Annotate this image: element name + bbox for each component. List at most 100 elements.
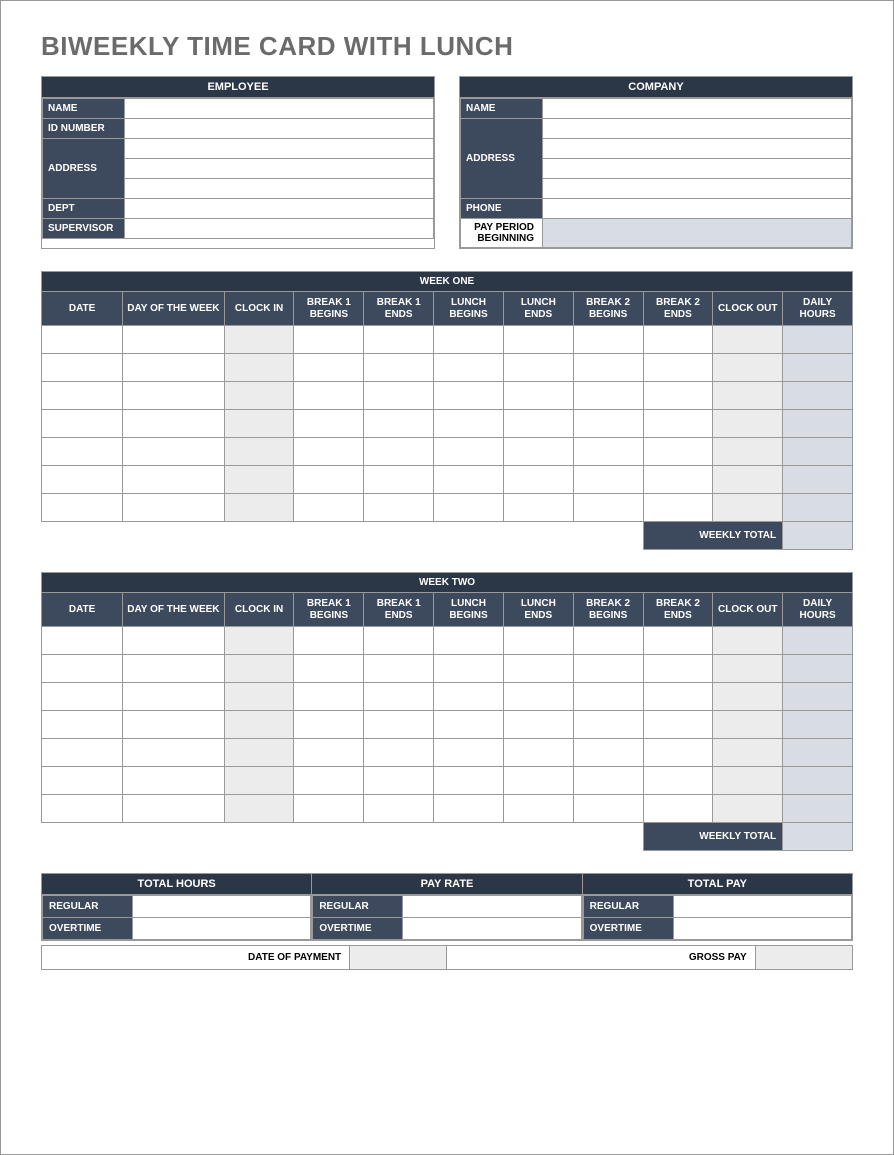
col-clock-in: CLOCK IN	[224, 593, 294, 627]
pay-period-field[interactable]	[543, 219, 852, 248]
footer-table: DATE OF PAYMENT GROSS PAY	[41, 945, 853, 970]
table-row	[42, 739, 853, 767]
table-row	[42, 494, 853, 522]
gross-pay-field[interactable]	[755, 946, 852, 970]
col-dow: DAY OF THE WEEK	[123, 593, 224, 627]
total-pay-table: REGULAR OVERTIME	[583, 895, 852, 940]
week-two-title: WEEK TWO	[42, 573, 853, 593]
week-one-table: WEEK ONE DATE DAY OF THE WEEK CLOCK IN B…	[41, 271, 853, 550]
info-row: EMPLOYEE NAME ID NUMBER ADDRESS DEPT	[41, 76, 853, 249]
company-addr4-field[interactable]	[543, 179, 852, 199]
employee-address-label: ADDRESS	[43, 139, 125, 199]
company-header: COMPANY	[460, 77, 852, 98]
table-row	[42, 466, 853, 494]
employee-header: EMPLOYEE	[42, 77, 434, 98]
col-b2e: BREAK 2 ENDS	[643, 292, 713, 326]
week-one-body: WEEKLY TOTAL	[42, 326, 853, 550]
pay-rate-header: PAY RATE	[312, 874, 581, 895]
week-two-total-row: WEEKLY TOTAL	[42, 823, 853, 851]
pay-rate-table: REGULAR OVERTIME	[312, 895, 581, 940]
employee-addr2-field[interactable]	[125, 159, 434, 179]
employee-table: NAME ID NUMBER ADDRESS DEPT	[42, 98, 434, 239]
col-b1b: BREAK 1 BEGINS	[294, 593, 364, 627]
rate-overtime-field[interactable]	[403, 918, 581, 940]
total-hours-table: REGULAR OVERTIME	[42, 895, 311, 940]
total-hours-header: TOTAL HOURS	[42, 874, 311, 895]
rate-overtime-label: OVERTIME	[313, 918, 403, 940]
company-addr3-field[interactable]	[543, 159, 852, 179]
pay-regular-field[interactable]	[673, 896, 851, 918]
rate-regular-field[interactable]	[403, 896, 581, 918]
company-table: NAME ADDRESS PHONE PAY PERIOD BEGINNING	[460, 98, 852, 248]
pay-overtime-field[interactable]	[673, 918, 851, 940]
table-row	[42, 326, 853, 354]
week-two-body: WEEKLY TOTAL	[42, 627, 853, 851]
table-row	[42, 410, 853, 438]
company-addr2-field[interactable]	[543, 139, 852, 159]
table-row	[42, 683, 853, 711]
total-pay-header: TOTAL PAY	[583, 874, 852, 895]
table-row	[42, 382, 853, 410]
company-addr1-field[interactable]	[543, 119, 852, 139]
employee-name-field[interactable]	[125, 99, 434, 119]
employee-addr3-field[interactable]	[125, 179, 434, 199]
week-two-block: WEEK TWO DATE DAY OF THE WEEK CLOCK IN B…	[41, 572, 853, 851]
pay-rate-box: PAY RATE REGULAR OVERTIME	[312, 873, 582, 941]
col-date: DATE	[42, 593, 123, 627]
col-clock-out: CLOCK OUT	[713, 593, 783, 627]
employee-id-label: ID NUMBER	[43, 119, 125, 139]
week-one-total-label: WEEKLY TOTAL	[643, 522, 783, 550]
page: BIWEEKLY TIME CARD WITH LUNCH EMPLOYEE N…	[0, 0, 894, 1155]
company-box: COMPANY NAME ADDRESS PHONE PAY	[459, 76, 853, 249]
table-row	[42, 438, 853, 466]
employee-addr1-field[interactable]	[125, 139, 434, 159]
company-phone-field[interactable]	[543, 199, 852, 219]
date-of-payment-label: DATE OF PAYMENT	[42, 946, 350, 970]
pay-period-label: PAY PERIOD BEGINNING	[461, 219, 543, 248]
employee-dept-label: DEPT	[43, 199, 125, 219]
col-b2b: BREAK 2 BEGINS	[573, 292, 643, 326]
week-one-total-value[interactable]	[783, 522, 853, 550]
table-row	[42, 655, 853, 683]
date-of-payment-field[interactable]	[350, 946, 447, 970]
pay-regular-label: REGULAR	[583, 896, 673, 918]
col-daily: DAILY HOURS	[783, 593, 853, 627]
total-pay-box: TOTAL PAY REGULAR OVERTIME	[583, 873, 853, 941]
employee-box: EMPLOYEE NAME ID NUMBER ADDRESS DEPT	[41, 76, 435, 249]
rate-regular-label: REGULAR	[313, 896, 403, 918]
company-phone-label: PHONE	[461, 199, 543, 219]
pay-overtime-label: OVERTIME	[583, 918, 673, 940]
col-b1b: BREAK 1 BEGINS	[294, 292, 364, 326]
employee-supervisor-field[interactable]	[125, 219, 434, 239]
table-row	[42, 354, 853, 382]
employee-id-field[interactable]	[125, 119, 434, 139]
week-two-total-value[interactable]	[783, 823, 853, 851]
company-name-field[interactable]	[543, 99, 852, 119]
week-one-title: WEEK ONE	[42, 272, 853, 292]
summary-row: TOTAL HOURS REGULAR OVERTIME PAY RATE RE…	[41, 873, 853, 941]
week-two-total-label: WEEKLY TOTAL	[643, 823, 783, 851]
hours-regular-field[interactable]	[133, 896, 311, 918]
table-row	[42, 767, 853, 795]
col-b2b: BREAK 2 BEGINS	[573, 593, 643, 627]
col-dow: DAY OF THE WEEK	[123, 292, 224, 326]
week-two-table: WEEK TWO DATE DAY OF THE WEEK CLOCK IN B…	[41, 572, 853, 851]
col-b1e: BREAK 1 ENDS	[364, 593, 434, 627]
gross-pay-label: GROSS PAY	[447, 946, 755, 970]
col-lb: LUNCH BEGINS	[434, 292, 504, 326]
hours-overtime-label: OVERTIME	[43, 918, 133, 940]
col-b2e: BREAK 2 ENDS	[643, 593, 713, 627]
col-lb: LUNCH BEGINS	[434, 593, 504, 627]
col-clock-in: CLOCK IN	[224, 292, 294, 326]
employee-dept-field[interactable]	[125, 199, 434, 219]
week-one-total-row: WEEKLY TOTAL	[42, 522, 853, 550]
employee-name-label: NAME	[43, 99, 125, 119]
week-one-block: WEEK ONE DATE DAY OF THE WEEK CLOCK IN B…	[41, 271, 853, 550]
page-title: BIWEEKLY TIME CARD WITH LUNCH	[41, 31, 853, 62]
col-le: LUNCH ENDS	[503, 292, 573, 326]
employee-supervisor-label: SUPERVISOR	[43, 219, 125, 239]
col-b1e: BREAK 1 ENDS	[364, 292, 434, 326]
col-daily: DAILY HOURS	[783, 292, 853, 326]
table-row	[42, 711, 853, 739]
hours-overtime-field[interactable]	[133, 918, 311, 940]
